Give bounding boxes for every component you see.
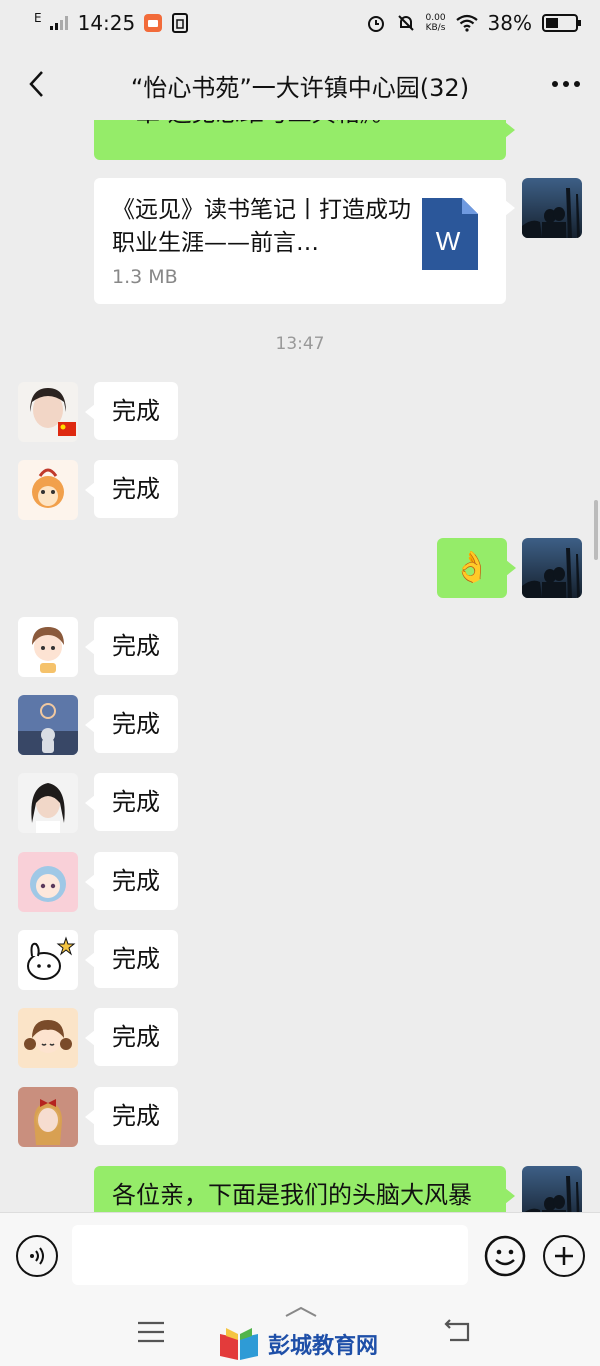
chat-message-list[interactable]: 一章 远见思维与工具箱》。 《远见》读书笔记丨打造成功职业生涯——前言… 1.3…	[0, 120, 600, 1212]
message-bubble-incoming[interactable]: 完成	[85, 930, 178, 988]
sim-card-icon	[172, 13, 189, 33]
message-bubble-outgoing[interactable]: 各位亲，下面是我们的头脑大风暴	[94, 1166, 515, 1212]
silhouette-couple-image	[522, 538, 582, 598]
chat-header: “怡心书苑”一大许镇中心园(32)	[0, 48, 600, 120]
message-bubble-incoming[interactable]: 完成	[85, 1008, 178, 1066]
file-name: 《远见》读书笔记丨打造成功职业生涯——前言…	[112, 197, 411, 256]
cartoon-girl-braids-image	[18, 1008, 78, 1068]
message-text-input[interactable]	[72, 1225, 468, 1285]
home-gesture-icon[interactable]	[284, 1306, 318, 1318]
chevron-left-icon	[29, 71, 43, 97]
member-avatar[interactable]	[18, 852, 78, 912]
signal-icon	[49, 16, 68, 30]
astronaut-photo-image	[18, 695, 78, 755]
message-bubble-incoming[interactable]: 完成	[85, 773, 178, 831]
smiley-face-icon	[484, 1235, 526, 1277]
message-input-bar	[0, 1212, 600, 1300]
scrollbar[interactable]	[594, 500, 598, 560]
cartoon-girl-hood-image	[18, 852, 78, 912]
plus-icon	[555, 1247, 573, 1265]
watermark: 彭城教育网	[218, 1326, 378, 1362]
network-type: E	[34, 11, 42, 25]
app-notification-icon	[144, 14, 163, 32]
my-avatar[interactable]	[522, 538, 582, 598]
member-avatar[interactable]	[18, 617, 78, 677]
voice-input-button[interactable]	[16, 1235, 58, 1277]
mute-bell-icon	[397, 15, 414, 31]
network-speed: 0.00 KB/s	[425, 13, 446, 33]
clock: 14:25	[77, 11, 136, 35]
silhouette-couple-image	[522, 1166, 582, 1212]
cartoon-monkey-image	[18, 460, 78, 520]
message-bubble-incoming[interactable]: 完成	[85, 382, 178, 440]
more-dots-icon	[552, 81, 580, 87]
more-options-button[interactable]	[546, 64, 586, 104]
more-actions-button[interactable]	[543, 1235, 585, 1277]
message-bubble-incoming[interactable]: 完成	[85, 852, 178, 910]
message-timestamp: 13:47	[275, 334, 325, 354]
word-document-icon: W	[422, 198, 478, 270]
back-gesture-icon[interactable]	[442, 1318, 472, 1344]
my-avatar[interactable]	[522, 178, 582, 238]
message-bubble-incoming[interactable]: 完成	[85, 460, 178, 518]
member-avatar[interactable]	[18, 1008, 78, 1068]
chat-title: “怡心书苑”一大许镇中心园(32)	[130, 74, 470, 102]
portrait-photo-image	[18, 382, 78, 442]
my-avatar[interactable]	[522, 1166, 582, 1212]
silhouette-couple-image	[522, 178, 582, 238]
member-avatar[interactable]	[18, 460, 78, 520]
alarm-icon	[367, 16, 384, 32]
battery-icon	[542, 14, 581, 32]
menu-icon[interactable]	[136, 1320, 166, 1344]
emoji-button[interactable]	[484, 1235, 526, 1277]
file-size: 1.3 MB	[112, 266, 178, 288]
message-bubble-incoming[interactable]: 完成	[85, 1087, 178, 1145]
battery-percent: 38%	[487, 11, 532, 35]
portrait-photo-image	[18, 773, 78, 833]
message-bubble-outgoing[interactable]: 一章 远见思维与工具箱》。	[94, 120, 515, 160]
system-navigation-bar: 彭城教育网	[0, 1300, 600, 1366]
member-avatar[interactable]	[18, 382, 78, 442]
member-avatar[interactable]	[18, 930, 78, 990]
back-button[interactable]	[16, 64, 56, 104]
message-bubble-incoming[interactable]: 完成	[85, 617, 178, 675]
message-bubble-incoming[interactable]: 完成	[85, 695, 178, 753]
file-message-card[interactable]: 《远见》读书笔记丨打造成功职业生涯——前言… 1.3 MB W	[94, 178, 515, 304]
member-avatar[interactable]	[18, 1087, 78, 1147]
status-bar: E 14:25 0.00 KB/s 38%	[0, 0, 600, 48]
member-avatar[interactable]	[18, 773, 78, 833]
member-avatar[interactable]	[18, 695, 78, 755]
wifi-icon	[455, 14, 478, 32]
illustrated-girl-bow-image	[18, 1087, 78, 1147]
voice-wave-icon	[30, 1247, 44, 1265]
svg-text:W: W	[436, 226, 461, 256]
cartoon-bunny-image	[18, 930, 78, 990]
cartoon-girl-image	[18, 617, 78, 677]
message-bubble-outgoing[interactable]: 👌	[437, 538, 516, 598]
book-logo-icon	[220, 1328, 258, 1360]
